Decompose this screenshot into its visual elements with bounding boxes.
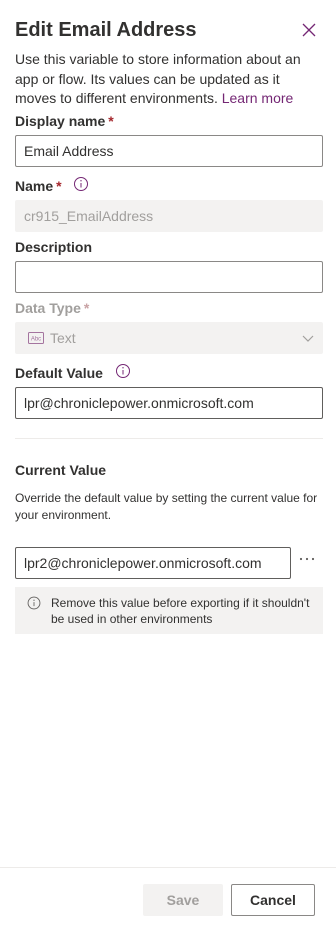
text-type-icon: Abc [28, 332, 44, 345]
edit-variable-panel: Edit Email Address Use this variable to … [0, 0, 336, 925]
close-icon[interactable] [297, 18, 321, 42]
panel-title: Edit Email Address [15, 19, 197, 41]
svg-text:Abc: Abc [31, 337, 41, 343]
name-label: Name * [15, 176, 89, 196]
save-button[interactable]: Save [143, 884, 223, 916]
required-marker: * [56, 178, 62, 194]
info-message-text: Remove this value before exporting if it… [51, 596, 310, 626]
info-icon [27, 596, 41, 610]
default-value-label-text: Default Value [15, 365, 103, 381]
data-type-value: Text [50, 330, 76, 346]
ellipsis-icon[interactable] [298, 552, 316, 566]
name-input: cr915_EmailAddress [15, 200, 323, 232]
default-value-input[interactable]: lpr@chroniclepower.onmicrosoft.com [15, 387, 323, 419]
panel-header: Edit Email Address [15, 16, 321, 44]
default-value-label: Default Value [15, 363, 131, 383]
name-label-text: Name [15, 178, 54, 194]
data-type-label: Data Type * [15, 298, 89, 318]
learn-more-link[interactable]: Learn more [222, 90, 294, 106]
section-divider [15, 438, 323, 439]
info-icon[interactable] [73, 176, 89, 192]
chevron-down-icon [302, 335, 314, 342]
cancel-button[interactable]: Cancel [231, 884, 315, 916]
data-type-label-text: Data Type [15, 300, 81, 316]
data-type-select: Abc Text [15, 322, 323, 354]
intro-text: Use this variable to store information a… [15, 50, 320, 109]
display-name-label-text: Display name [15, 113, 106, 129]
required-marker: * [83, 300, 90, 316]
display-name-input[interactable]: Email Address [15, 135, 323, 167]
info-icon[interactable] [115, 363, 131, 379]
display-name-label: Display name * [15, 111, 114, 131]
description-input[interactable] [15, 261, 323, 293]
required-marker: * [108, 113, 114, 129]
description-label: Description [15, 239, 93, 255]
current-value-help: Override the default value by setting th… [15, 491, 318, 522]
info-message-bar: Remove this value before exporting if it… [15, 587, 323, 634]
current-value-input[interactable]: lpr2@chroniclepower.onmicrosoft.com [15, 547, 291, 579]
footer-divider [0, 867, 336, 868]
current-value-title: Current Value [15, 462, 107, 478]
